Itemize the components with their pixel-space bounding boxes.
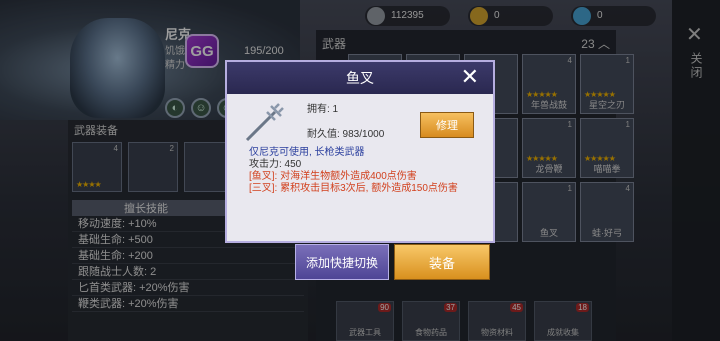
item-detail-dialog: 鱼叉 ✕ 拥有: 1 耐久值: 983/1000 修理 仅尼克可使用, 长枪类武… bbox=[225, 60, 495, 243]
dialog-header: 鱼叉 ✕ bbox=[227, 62, 493, 94]
owned-count: 拥有: 1 bbox=[307, 104, 339, 115]
desc-effect-1: [鱼叉]: 对海洋生物额外造成400点伤害 bbox=[249, 171, 417, 182]
add-quick-switch-button[interactable]: 添加快捷切换 bbox=[295, 244, 389, 280]
trident-icon bbox=[245, 103, 284, 142]
desc-usage: 仅尼克可使用, 长枪类武器 bbox=[249, 147, 365, 158]
desc-effect-2: [三叉]: 累积攻击目标3次后, 额外造成150点伤害 bbox=[249, 183, 458, 194]
item-description: 仅尼克可使用, 长枪类武器 攻击力: 450 [鱼叉]: 对海洋生物额外造成40… bbox=[249, 147, 479, 195]
repair-button[interactable]: 修理 bbox=[420, 112, 474, 138]
durability: 耐久值: 983/1000 bbox=[307, 129, 385, 140]
desc-attack: 攻击力: 450 bbox=[249, 159, 302, 170]
close-icon[interactable]: ✕ bbox=[461, 66, 479, 88]
dialog-title: 鱼叉 bbox=[346, 70, 374, 86]
equip-button[interactable]: 装备 bbox=[394, 244, 490, 280]
